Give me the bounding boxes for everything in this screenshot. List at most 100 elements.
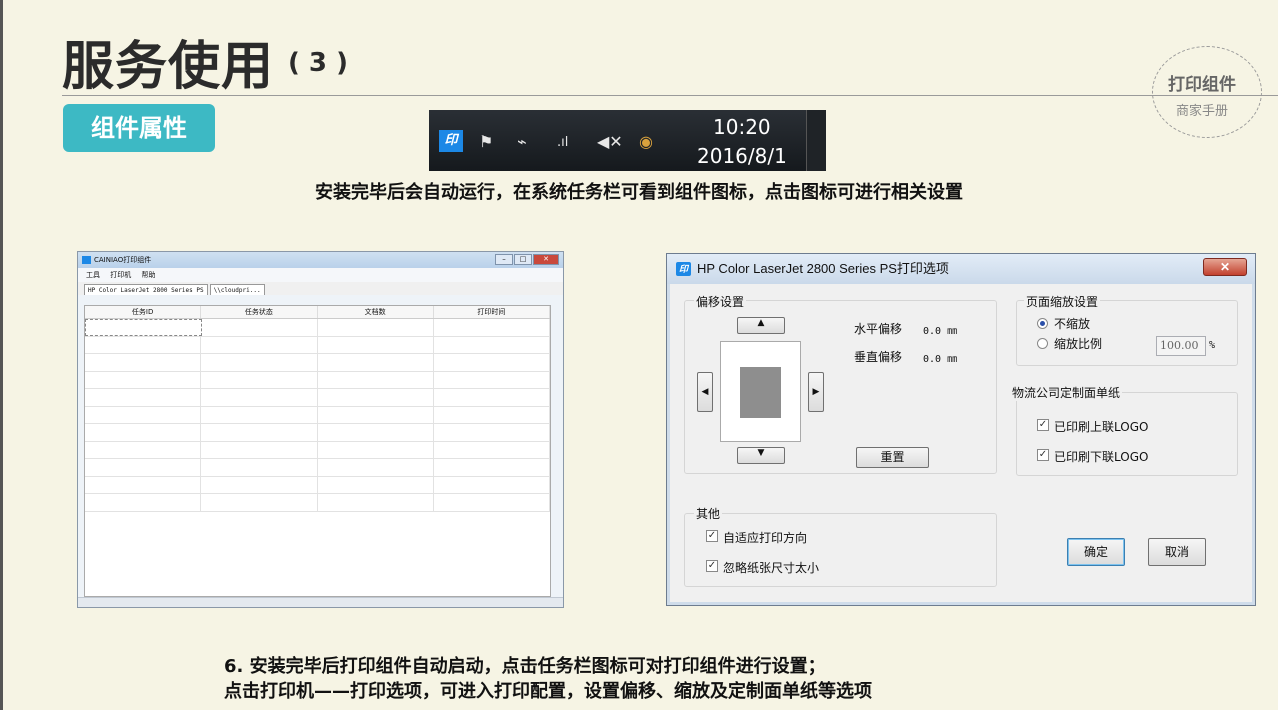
table-row[interactable] — [85, 354, 550, 372]
maximize-button[interactable]: □ — [514, 254, 532, 265]
offset-group-label: 偏移设置 — [694, 293, 747, 310]
table-cell — [318, 389, 434, 406]
reset-button[interactable]: 重置 — [856, 447, 929, 468]
scale-ratio-radio[interactable] — [1037, 338, 1048, 349]
taskbar-screenshot: 印 ⚑ ⌁ .ıl ◀✕ ◉ 10:20 2016/8/1 — [429, 110, 826, 171]
logistics-group-label: 物流公司定制面单纸 — [1010, 384, 1123, 401]
table-row[interactable] — [85, 441, 550, 459]
scale-ratio-label: 缩放比例 — [1054, 337, 1103, 351]
table-cell — [201, 371, 318, 388]
table-cell — [201, 389, 318, 406]
table-cell — [318, 459, 434, 476]
move-left-button[interactable]: ◀ — [697, 372, 713, 412]
move-right-button[interactable]: ▶ — [808, 372, 824, 412]
seal-title: 打印组件 — [1168, 75, 1236, 95]
bottom-logo-label: 已印刷下联LOGO — [1054, 450, 1149, 464]
scale-ratio-input[interactable]: 100.00 — [1156, 336, 1206, 356]
table-cell — [201, 406, 318, 423]
table-cell — [318, 476, 434, 493]
table-row[interactable] — [85, 424, 550, 442]
v-offset-label: 垂直偏移 — [854, 350, 903, 364]
tray-time: 10:20 — [713, 115, 771, 139]
task-table: 任务ID 任务状态 文档数 打印时间 — [84, 305, 551, 597]
scale-group-label: 页面缩放设置 — [1024, 293, 1101, 310]
table-cell — [434, 406, 550, 423]
tray-date: 2016/8/1 — [697, 144, 787, 168]
menu-tools[interactable]: 工具 — [86, 271, 100, 279]
table-cell — [318, 354, 434, 371]
table-cell — [85, 336, 202, 353]
component-window-titlebar: CAINIAO打印组件 – □ ✕ — [78, 252, 563, 268]
table-cell — [85, 354, 202, 371]
table-row[interactable] — [85, 319, 550, 337]
offset-preview-page — [740, 367, 781, 418]
table-cell — [318, 371, 434, 388]
table-row[interactable] — [85, 494, 550, 512]
move-down-button[interactable]: ▼ — [737, 447, 785, 464]
power-plug-icon[interactable]: ⌁ — [517, 132, 527, 151]
tab-hp-printer[interactable]: HP Color LaserJet 2800 Series PS — [84, 284, 208, 295]
top-logo-label: 已印刷上联LOGO — [1054, 420, 1149, 434]
table-cell — [434, 371, 550, 388]
volume-muted-icon[interactable]: ◀✕ — [597, 132, 623, 151]
menu-help[interactable]: 帮助 — [141, 271, 155, 279]
no-scale-radio[interactable] — [1037, 318, 1048, 329]
table-cell — [434, 354, 550, 371]
table-row[interactable] — [85, 371, 550, 389]
h-offset-value: 0.0 ㎜ — [923, 326, 958, 337]
close-button[interactable]: ✕ — [1203, 258, 1247, 276]
print-component-tray-icon[interactable]: 印 — [439, 130, 463, 152]
table-cell — [85, 441, 202, 458]
table-cell — [85, 494, 202, 511]
tab-cloud-printer[interactable]: \\cloudpri... — [209, 284, 265, 295]
table-cell — [202, 319, 318, 336]
ok-button[interactable]: 确定 — [1067, 538, 1125, 566]
dialog-titlebar: 印 HP Color LaserJet 2800 Series PS打印选项 ✕ — [667, 254, 1255, 284]
close-button[interactable]: ✕ — [533, 254, 559, 265]
table-cell — [318, 441, 434, 458]
auto-orientation-checkbox[interactable]: ✓ — [706, 530, 718, 542]
top-logo-checkbox[interactable]: ✓ — [1037, 419, 1049, 431]
dialog-title: HP Color LaserJet 2800 Series PS打印选项 — [697, 261, 949, 276]
table-row[interactable] — [85, 336, 550, 354]
table-row[interactable] — [85, 389, 550, 407]
column-header[interactable]: 文档数 — [318, 306, 434, 318]
menu-printer[interactable]: 打印机 — [110, 271, 131, 279]
page-title: 服务使用 — [62, 37, 275, 97]
component-window: CAINIAO打印组件 – □ ✕ 工具 打印机 帮助 HP Color Las… — [77, 251, 564, 608]
table-cell — [434, 424, 550, 441]
minimize-button[interactable]: – — [495, 254, 513, 265]
show-desktop-button[interactable] — [806, 110, 826, 171]
status-bar — [78, 597, 563, 607]
table-cell — [201, 459, 318, 476]
table-cell — [318, 319, 434, 336]
column-header[interactable]: 任务ID — [85, 306, 202, 318]
ignore-small-paper-label: 忽略纸张尺寸太小 — [723, 561, 820, 575]
table-cell — [201, 441, 318, 458]
table-cell — [201, 494, 318, 511]
app-icon: 印 — [676, 262, 691, 276]
table-cell — [434, 389, 550, 406]
cancel-button[interactable]: 取消 — [1148, 538, 1206, 566]
table-cell — [434, 336, 550, 353]
bottom-logo-checkbox[interactable]: ✓ — [1037, 449, 1049, 461]
column-header[interactable]: 任务状态 — [201, 306, 318, 318]
menu-bar: 工具 打印机 帮助 — [78, 268, 563, 282]
table-cell — [85, 371, 202, 388]
table-cell — [318, 406, 434, 423]
table-row[interactable] — [85, 406, 550, 424]
table-row[interactable] — [85, 459, 550, 477]
move-up-button[interactable]: ▲ — [737, 317, 785, 334]
table-cell — [201, 336, 318, 353]
flag-icon[interactable]: ⚑ — [479, 132, 493, 151]
table-cell — [85, 476, 202, 493]
app-mascot-icon[interactable]: ◉ — [639, 132, 653, 151]
table-row[interactable] — [85, 476, 550, 494]
ignore-small-paper-checkbox[interactable]: ✓ — [706, 560, 718, 572]
table-cell — [434, 476, 550, 493]
h-offset-label: 水平偏移 — [854, 322, 903, 336]
left-edge-bar — [0, 0, 3, 710]
caption-top: 安装完毕后会自动运行，在系统任务栏可看到组件图标，点击图标可进行相关设置 — [315, 182, 963, 203]
signal-icon[interactable]: .ıl — [557, 135, 568, 150]
column-header[interactable]: 打印时间 — [434, 306, 550, 318]
